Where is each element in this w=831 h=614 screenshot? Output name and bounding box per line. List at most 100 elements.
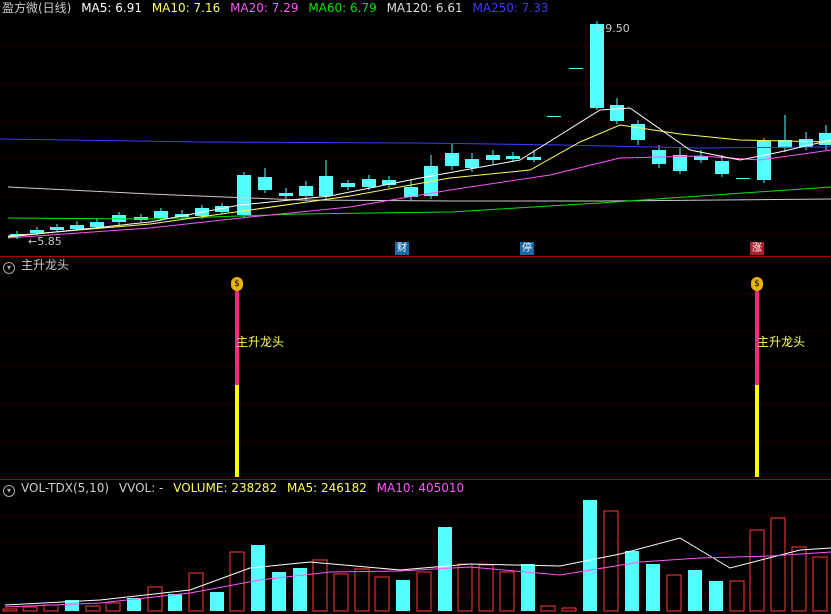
- signal-panel-title: 主升龙头: [21, 258, 70, 272]
- candle-body: [569, 68, 583, 69]
- volume-bar: [85, 605, 101, 612]
- candle-body: [258, 177, 272, 190]
- candle-body: [547, 116, 561, 117]
- candle-body: [30, 230, 44, 233]
- ma60-readout: MA60: 6.79: [308, 1, 377, 15]
- money-bag-icon: $: [231, 277, 243, 291]
- volume-panel-header: ▾ VOL-TDX(5,10) VVOL: - VOLUME: 238282 MA…: [0, 480, 831, 497]
- volume-bar: [2, 608, 18, 612]
- volume-bar: [333, 573, 349, 612]
- ma10-readout: MA10: 7.16: [151, 1, 221, 15]
- candle-body: [527, 157, 541, 160]
- volume-bar: [770, 517, 786, 612]
- collapse-icon[interactable]: ▾: [3, 485, 15, 497]
- volume-bar: [147, 586, 163, 612]
- signal-panel[interactable]: ▾ 主升龙头 主升龙头 主升龙头 $ $: [0, 257, 831, 479]
- volume-readout: VOLUME: 238282: [173, 481, 278, 495]
- candle-body: [341, 183, 355, 187]
- candle-body: [445, 153, 459, 166]
- volume-bar: [791, 546, 807, 612]
- volume-bar: [251, 545, 265, 611]
- candle-body: [610, 105, 624, 121]
- volume-bar: [666, 574, 682, 612]
- candle-body: [299, 186, 313, 196]
- moving-average-line: [7, 149, 831, 239]
- volume-bar: [540, 605, 556, 612]
- ma20-readout: MA20: 7.29: [230, 1, 299, 15]
- candle-body: [590, 24, 604, 108]
- signal-label-1: 主升龙头: [236, 335, 285, 349]
- moving-average-line: [7, 107, 831, 238]
- volume-bar: [229, 551, 245, 612]
- collapse-icon[interactable]: ▾: [3, 262, 15, 274]
- volume-bar: [22, 606, 38, 612]
- volume-bar: [168, 594, 182, 611]
- candle-body: [715, 161, 729, 174]
- candle-body: [70, 225, 84, 229]
- vvol-readout: VVOL: -: [118, 481, 164, 495]
- volume-indicator-title: VOL-TDX(5,10): [21, 481, 110, 495]
- main-chart-header: 盈方微(日线) MA5: 6.91 MA10: 7.16 MA20: 7.29 …: [0, 0, 831, 17]
- candle-body: [465, 159, 479, 168]
- signal-label-2: 主升龙头: [757, 335, 806, 349]
- moving-average-line: [0, 138, 831, 149]
- volume-bar: [478, 564, 494, 612]
- candle-body: [279, 193, 293, 196]
- candle-body: [486, 155, 500, 160]
- signal-chart[interactable]: [0, 257, 831, 479]
- volume-bar: [688, 570, 702, 611]
- volume-bar: [646, 564, 660, 611]
- signal-bar-lower: [235, 385, 239, 477]
- candle-body: [237, 175, 251, 215]
- candle-body: [319, 176, 333, 196]
- volume-bar: [812, 556, 828, 612]
- volume-panel[interactable]: ▾ VOL-TDX(5,10) VVOL: - VOLUME: 238282 MA…: [0, 480, 831, 614]
- volume-bar: [354, 568, 370, 612]
- candle-body: [506, 156, 520, 159]
- volume-bar: [709, 581, 723, 611]
- volume-bar: [625, 551, 639, 611]
- volume-bar: [729, 580, 745, 612]
- volume-bar: [374, 576, 390, 612]
- low-price-value: 5.85: [37, 235, 62, 248]
- low-price-label: ←5.85: [28, 235, 62, 248]
- volume-bar: [396, 580, 410, 611]
- moving-average-line: [7, 186, 831, 220]
- high-price-label: ←9.50: [596, 22, 630, 35]
- volume-bar: [499, 571, 515, 612]
- candle-body: [819, 133, 831, 145]
- volume-bar: [457, 563, 473, 612]
- volume-bar: [583, 500, 597, 611]
- candle-body: [673, 155, 687, 171]
- event-tag-finance[interactable]: 财: [395, 242, 409, 255]
- candle-body: [757, 141, 771, 180]
- ma120-readout: MA120: 6.61: [386, 1, 463, 15]
- ma250-readout: MA250: 7.33: [472, 1, 549, 15]
- candle-body: [362, 179, 376, 187]
- volume-ma5-readout: MA5: 246182: [286, 481, 367, 495]
- ma5-readout: MA5: 6.91: [81, 1, 142, 15]
- stock-title: 盈方微(日线): [2, 1, 72, 15]
- candlestick-chart[interactable]: [0, 0, 831, 256]
- event-tag-suspend[interactable]: 停: [520, 242, 534, 255]
- volume-bar: [105, 602, 121, 612]
- event-tag-limit-up[interactable]: 涨: [750, 242, 764, 255]
- high-price-value: 9.50: [605, 22, 630, 35]
- moving-average-line: [7, 186, 831, 202]
- volume-chart[interactable]: [0, 480, 831, 614]
- volume-bar: [416, 571, 432, 612]
- volume-bar: [561, 607, 577, 612]
- signal-bar-lower: [755, 385, 759, 477]
- volume-bar: [603, 510, 619, 612]
- candle-body: [90, 222, 104, 227]
- main-chart-panel[interactable]: 盈方微(日线) MA5: 6.91 MA10: 7.16 MA20: 7.29 …: [0, 0, 831, 256]
- volume-ma10-readout: MA10: 405010: [376, 481, 465, 495]
- signal-panel-header: ▾ 主升龙头: [0, 257, 831, 274]
- volume-bar: [43, 604, 59, 612]
- volume-bar: [521, 564, 535, 611]
- candle-body: [736, 178, 750, 179]
- volume-bar: [210, 592, 224, 611]
- candle-body: [631, 124, 645, 140]
- candle-body: [154, 211, 168, 218]
- candle-body: [50, 227, 64, 230]
